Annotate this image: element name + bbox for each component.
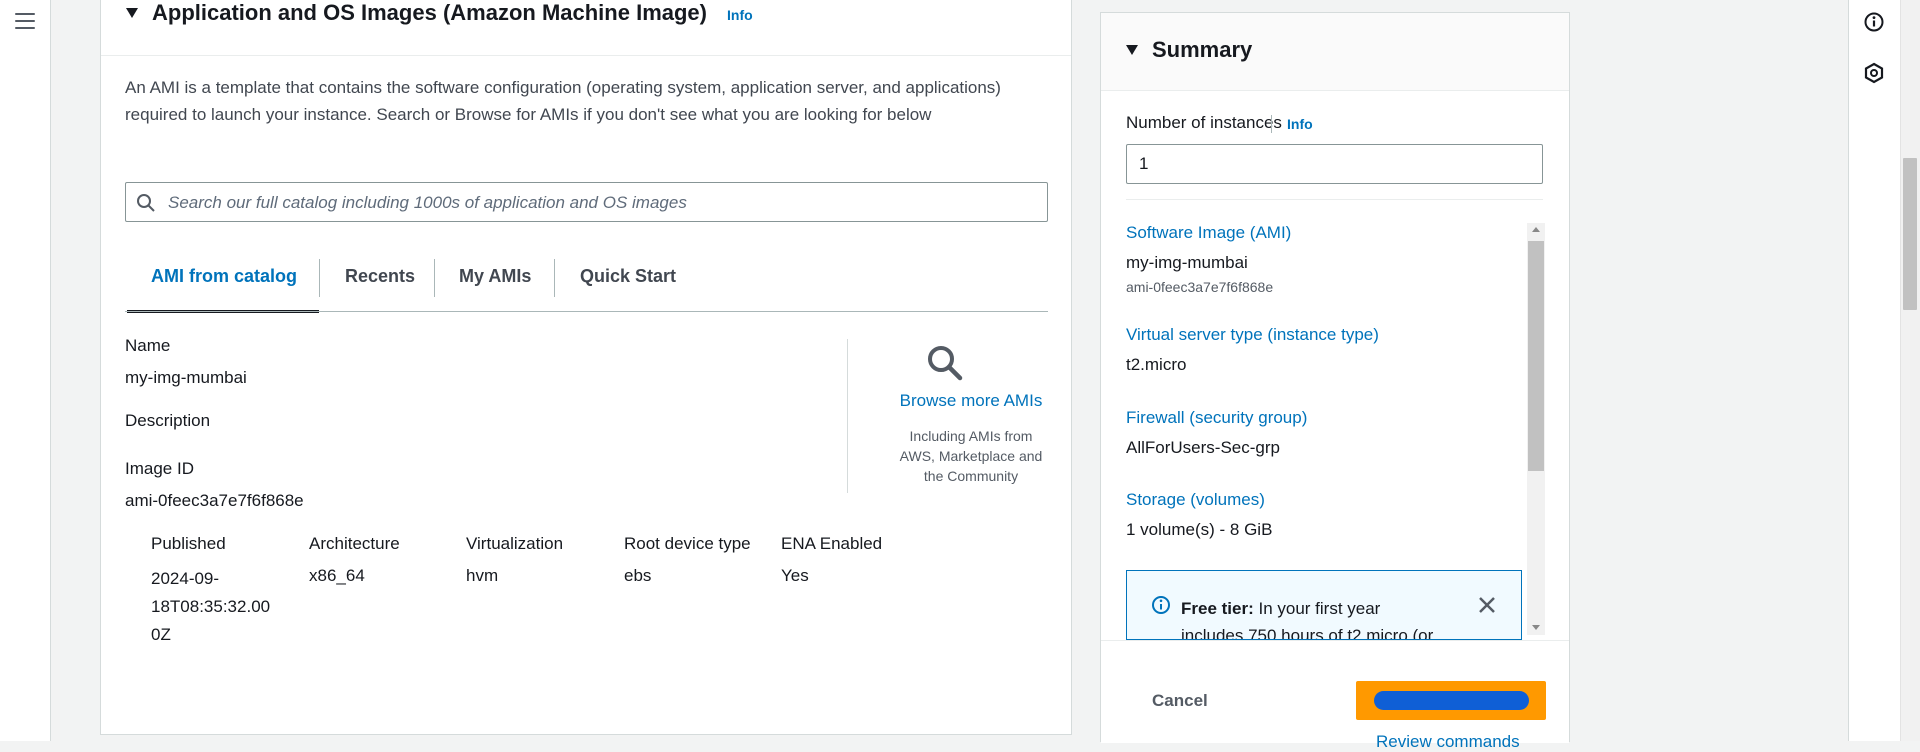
summary-panel: Summary Number of instances Info Softwar… [1100, 12, 1570, 751]
close-icon[interactable] [1477, 595, 1497, 615]
published-line: 0Z [151, 625, 171, 644]
number-of-instances-field[interactable] [1126, 144, 1543, 184]
architecture-header: Architecture [309, 534, 400, 553]
ami-search-input[interactable] [166, 183, 1040, 223]
free-tier-text: Free tier: In your first year [1181, 599, 1380, 619]
browse-divider [847, 339, 848, 493]
ami-section-title: Application and OS Images (Amazon Machin… [152, 0, 707, 25]
hamburger-icon[interactable] [15, 13, 35, 31]
right-utility-rail [1848, 0, 1900, 741]
published-line: 2024-09- [151, 569, 220, 588]
tab-divider [434, 259, 435, 297]
caret-down-icon[interactable] [1126, 45, 1138, 55]
summary-divider [1126, 199, 1543, 200]
architecture-value: x86_64 [309, 566, 365, 585]
root-device-type-header: Root device type [624, 534, 751, 553]
ena-enabled-header: ENA Enabled [781, 534, 883, 553]
name-label: Name [125, 336, 171, 355]
page-scroll-thumb[interactable] [1903, 158, 1917, 310]
tab-quick-start[interactable]: Quick Start [580, 266, 676, 287]
software-image-value: my-img-mumbai [1126, 253, 1248, 272]
firewall-value: AllForUsers-Sec-grp [1126, 438, 1280, 457]
browse-more-amis-link[interactable]: Browse more AMIs [871, 391, 1071, 411]
page-scrollbar[interactable] [1900, 0, 1920, 741]
info-circle-icon [1152, 596, 1170, 614]
description-label: Description [125, 411, 211, 430]
software-image-link[interactable]: Software Image (AMI) [1126, 223, 1291, 243]
virtualization-header: Virtualization [466, 534, 564, 553]
tab-recents[interactable]: Recents [345, 266, 415, 287]
scroll-down-arrow-icon[interactable] [1532, 625, 1540, 630]
root-device-type-value: ebs [624, 566, 652, 585]
ami-search-box[interactable] [125, 182, 1048, 223]
cancel-button[interactable]: Cancel [1152, 691, 1208, 711]
published-value: 2024-09- 18T08:35:32.00 0Z [151, 565, 270, 649]
virtualization-value: hvm [466, 566, 499, 585]
ami-section-header[interactable]: Application and OS Images (Amazon Machin… [101, 0, 1071, 56]
ami-description: An AMI is a template that contains the s… [125, 78, 1001, 124]
ena-enabled-value: Yes [781, 566, 809, 585]
caret-down-icon[interactable] [126, 8, 138, 18]
settings-hexagon-icon[interactable] [1863, 62, 1885, 84]
image-id-label: Image ID [125, 459, 194, 478]
summary-footer: Cancel Review commands [1101, 640, 1569, 751]
redaction-mark [1374, 691, 1529, 710]
storage-link[interactable]: Storage (volumes) [1126, 490, 1265, 510]
free-tier-message: In your first year [1253, 599, 1381, 618]
ami-info-link[interactable]: Info [727, 7, 753, 23]
left-rail [0, 0, 51, 741]
published-line: 18T08:35:32.00 [151, 597, 271, 616]
browse-sub-line: the Community [923, 468, 1019, 484]
tab-ami-from-catalog[interactable]: AMI from catalog [151, 266, 297, 287]
free-tier-title: Free tier: [1181, 599, 1254, 618]
browse-search-icon[interactable] [926, 344, 964, 382]
software-image-id: ami-0feec3a7e7f6f868e [1126, 279, 1274, 295]
instance-type-link[interactable]: Virtual server type (instance type) [1126, 325, 1379, 345]
instance-type-value: t2.micro [1126, 355, 1187, 374]
number-of-instances-input[interactable] [1127, 145, 1542, 183]
browse-sub-line: AWS, Marketplace and [899, 448, 1043, 464]
name-value: my-img-mumbai [125, 368, 247, 387]
free-tier-text-line2: includes 750 hours of t2.micro (or [1181, 626, 1434, 640]
browse-sub-line: Including AMIs from [909, 428, 1033, 444]
review-commands-link[interactable]: Review commands [1376, 732, 1520, 752]
published-header: Published [151, 534, 226, 553]
instances-label: Number of instances [1126, 113, 1282, 132]
launch-instance-button[interactable] [1356, 681, 1546, 720]
summary-scrollbar[interactable] [1527, 223, 1545, 635]
label-divider [1271, 115, 1272, 133]
instances-info-link[interactable]: Info [1287, 116, 1313, 132]
tab-my-amis[interactable]: My AMIs [459, 266, 531, 287]
image-id-value: ami-0feec3a7e7f6f868e [125, 491, 304, 510]
scroll-up-arrow-icon[interactable] [1532, 227, 1540, 232]
tab-divider [554, 259, 555, 297]
tab-divider [319, 259, 320, 297]
summary-scroll-thumb[interactable] [1528, 241, 1544, 471]
tabs-baseline [125, 311, 1048, 312]
summary-header[interactable]: Summary [1101, 13, 1569, 91]
ami-section-panel: Application and OS Images (Amazon Machin… [100, 0, 1072, 735]
summary-title: Summary [1152, 37, 1253, 62]
free-tier-alert: Free tier: In your first year includes 7… [1126, 570, 1522, 640]
browse-more-description: Including AMIs from AWS, Marketplace and… [871, 426, 1071, 486]
storage-value: 1 volume(s) - 8 GiB [1126, 520, 1273, 539]
info-icon[interactable] [1863, 11, 1885, 33]
firewall-link[interactable]: Firewall (security group) [1126, 408, 1307, 428]
search-icon [137, 194, 155, 212]
